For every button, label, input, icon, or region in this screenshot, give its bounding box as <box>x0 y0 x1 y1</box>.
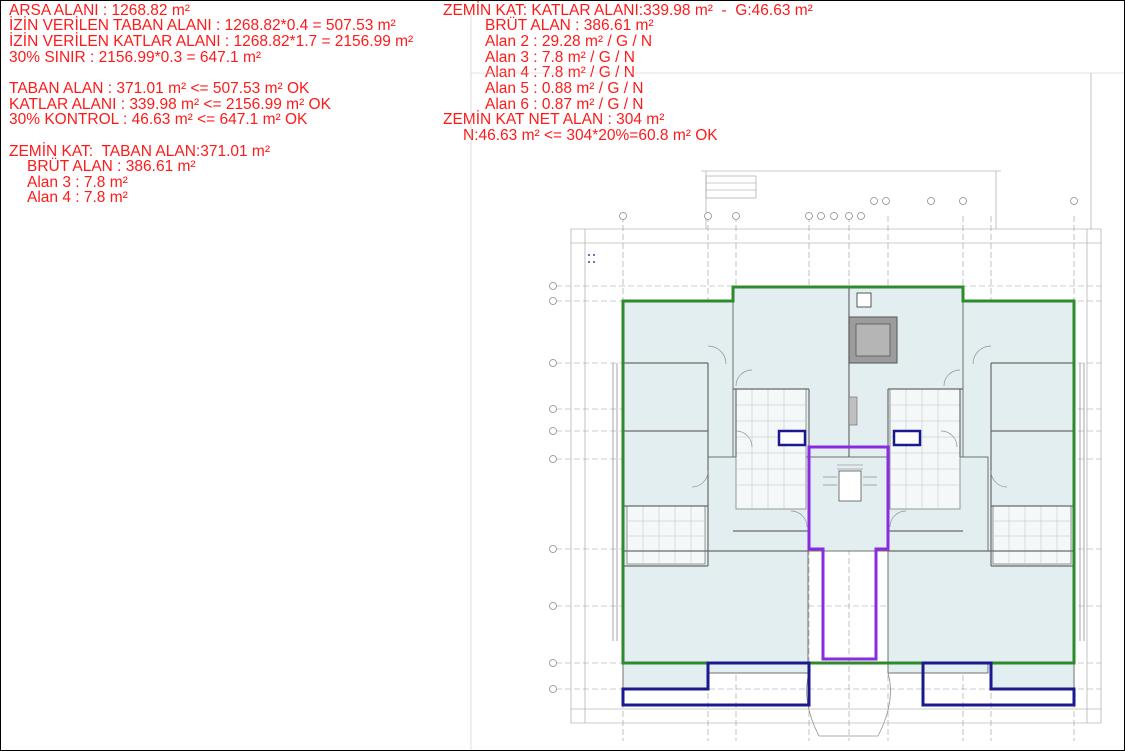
drawing-canvas[interactable]: ARSA ALANI : 1268.82 m² İZİN VERİLEN TAB… <box>0 0 1125 751</box>
floor-plan-drawing[interactable] <box>1 1 1124 750</box>
small-markers <box>588 254 595 263</box>
shaft-right-outline[interactable] <box>892 429 922 447</box>
shaft-left-outline[interactable] <box>777 429 807 447</box>
